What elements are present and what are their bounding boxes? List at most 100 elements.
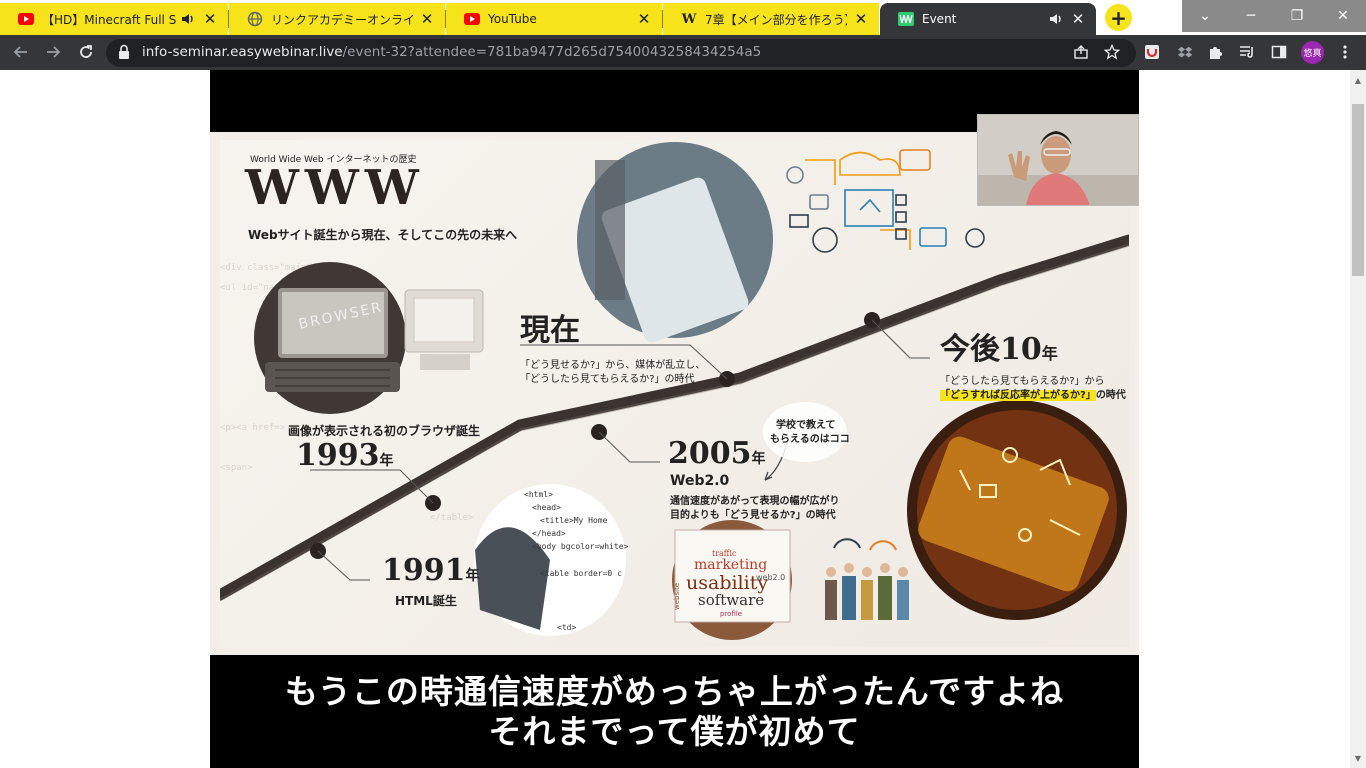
word: profile	[720, 610, 742, 618]
future-desc-2: 「どうすれば反応率が上がるか?」の時代	[940, 386, 1126, 401]
speaker-icon[interactable]	[180, 11, 196, 27]
code-line: <body bgcolor=white>	[532, 542, 629, 551]
y2005-year: 2005	[668, 436, 752, 471]
close-icon[interactable]: ✕	[853, 11, 869, 27]
y2005-desc-2: 目的よりも「どう見せるか?」の時代	[670, 510, 836, 521]
subtitle-line-2: それまでって僕が初めて	[488, 711, 861, 751]
close-icon[interactable]: ✕	[419, 11, 435, 27]
youtube-icon	[464, 11, 480, 27]
tab-search-button[interactable]: ⌄	[1182, 0, 1228, 32]
tab-link-academy[interactable]: リンクアカデミーオンライン ✕	[229, 3, 445, 35]
code-line: <table border=0 c	[540, 569, 622, 578]
forward-button[interactable]	[40, 39, 66, 65]
w-icon: W	[681, 11, 697, 27]
bubble-line-1: 学校で教えて	[776, 420, 836, 431]
future-title-text: 今後10	[940, 332, 1042, 367]
smartphone-photo	[907, 400, 1127, 620]
close-icon[interactable]: ✕	[1070, 11, 1086, 27]
word: software	[698, 591, 764, 609]
tab-youtube[interactable]: YouTube ✕	[446, 3, 662, 35]
y1993-label: 1993年	[296, 438, 394, 473]
now-desc-1: 「どう見せるか?」から、媒体が乱立し、	[520, 360, 706, 371]
subtitle-line-1: もうこの時通信速度がめっちゃ上がったんですよね	[284, 671, 1065, 711]
y1991-unit: 年	[465, 568, 480, 584]
y1993-year: 1993	[296, 438, 380, 473]
now-title: 現在	[520, 313, 580, 348]
bookmark-button[interactable]	[1099, 39, 1125, 65]
tablet-photo	[577, 142, 773, 343]
bubble-line-2: もらえるのはココ	[770, 434, 850, 445]
tab-minecraft[interactable]: 【HD】Minecraft Full Soun ✕	[0, 3, 228, 35]
arrow-right-icon	[47, 46, 61, 58]
code-line: <html>	[524, 490, 553, 499]
back-button[interactable]	[8, 39, 34, 65]
arrow-left-icon	[13, 46, 27, 58]
new-tab-button[interactable]: +	[1105, 4, 1132, 31]
old-computer-illustration	[404, 289, 484, 370]
extensions-button[interactable]	[1203, 39, 1229, 65]
y2005-sub: Web2.0	[670, 473, 730, 489]
restore-button[interactable]: ❐	[1274, 0, 1320, 32]
tab-event[interactable]: Event ✕	[880, 3, 1096, 35]
code-line: <td>	[557, 623, 576, 632]
tab-title: YouTube	[488, 12, 537, 26]
slide: <div class="main"> <ul id="nav"> <p><a h…	[210, 132, 1139, 655]
scroll-down-arrow-icon[interactable]: ▼	[1350, 750, 1366, 766]
tab-chapter7[interactable]: W 7章【メイン部分を作ろう】 ✕	[663, 3, 879, 35]
svg-text:<p><a href=>: <p><a href=>	[220, 423, 286, 433]
profile-avatar[interactable]: 悠真	[1301, 41, 1324, 64]
side-panel-icon	[1271, 45, 1287, 59]
now-desc-2: 「どうしたら見てもらえるか?」の時代	[520, 374, 695, 385]
word-cloud-photo: traffic marketing usability web2.0 softw…	[672, 520, 792, 640]
future-desc-1: 「どうしたら見てもらえるか?」から	[940, 376, 1105, 387]
slide-header-big: WWW	[245, 160, 425, 216]
close-window-button[interactable]: ✕	[1320, 0, 1366, 32]
youtube-icon	[18, 11, 34, 27]
extension-pocket-button[interactable]	[1139, 39, 1165, 65]
word: web2.0	[756, 573, 785, 582]
word: marketing	[694, 557, 767, 573]
lock-icon[interactable]	[118, 44, 132, 62]
close-icon[interactable]: ✕	[636, 11, 652, 27]
slide-canvas: <div class="main"> <ul id="nav"> <p><a h…	[220, 140, 1129, 647]
code-line: <title>My Home	[540, 516, 608, 525]
easywebinar-icon	[898, 11, 914, 27]
future-title-unit: 年	[1041, 344, 1058, 363]
side-panel-button[interactable]	[1266, 39, 1292, 65]
browser-photo	[254, 262, 406, 414]
extension-dropbox-button[interactable]	[1172, 39, 1198, 65]
scrollbar-thumb[interactable]	[1352, 104, 1364, 276]
speaker-icon[interactable]	[1048, 11, 1064, 27]
y1991-year: 1991	[382, 553, 466, 588]
tab-title: 【HD】Minecraft Full Soun	[42, 12, 176, 27]
y1991-label: 1991年	[382, 553, 480, 588]
y1993-caption: 画像が表示される初のブラウザ誕生	[288, 424, 481, 438]
share-button[interactable]	[1068, 39, 1094, 65]
url-text[interactable]: info-seminar.easywebinar.live/event-32?a…	[142, 44, 761, 60]
pocket-icon	[1145, 45, 1159, 59]
svg-text:</table>: </table>	[430, 513, 474, 523]
y2005-desc-1: 通信速度があがって表現の幅が広がり	[670, 496, 840, 507]
scroll-up-arrow-icon[interactable]: ▲	[1350, 72, 1366, 88]
media-control-button[interactable]	[1234, 39, 1260, 65]
puzzle-icon	[1210, 47, 1222, 59]
minimize-button[interactable]: ─	[1228, 0, 1274, 32]
share-icon	[1074, 45, 1088, 59]
future-desc-2-tail: の時代	[1095, 390, 1126, 401]
reload-icon	[80, 45, 92, 58]
playlist-icon	[1240, 46, 1253, 58]
y2005-label: 2005年	[668, 436, 766, 471]
future-title: 今後10年	[940, 324, 1058, 368]
y1993-unit: 年	[379, 453, 394, 469]
close-icon[interactable]: ✕	[202, 11, 218, 27]
people-illustration	[825, 538, 909, 620]
presenter-webcam[interactable]	[977, 114, 1139, 206]
url-path: /event-32?attendee=781ba9477d265d7540043…	[342, 44, 762, 60]
globe-icon	[247, 11, 263, 27]
code-line: <head>	[532, 503, 561, 512]
code-line: </head>	[532, 529, 566, 538]
html-code-photo: <html> <head> <title>My Home </head> <bo…	[474, 484, 629, 636]
tab-title: リンクアカデミーオンライン	[271, 12, 413, 27]
menu-button[interactable]	[1332, 39, 1358, 65]
reload-button[interactable]	[73, 39, 99, 65]
